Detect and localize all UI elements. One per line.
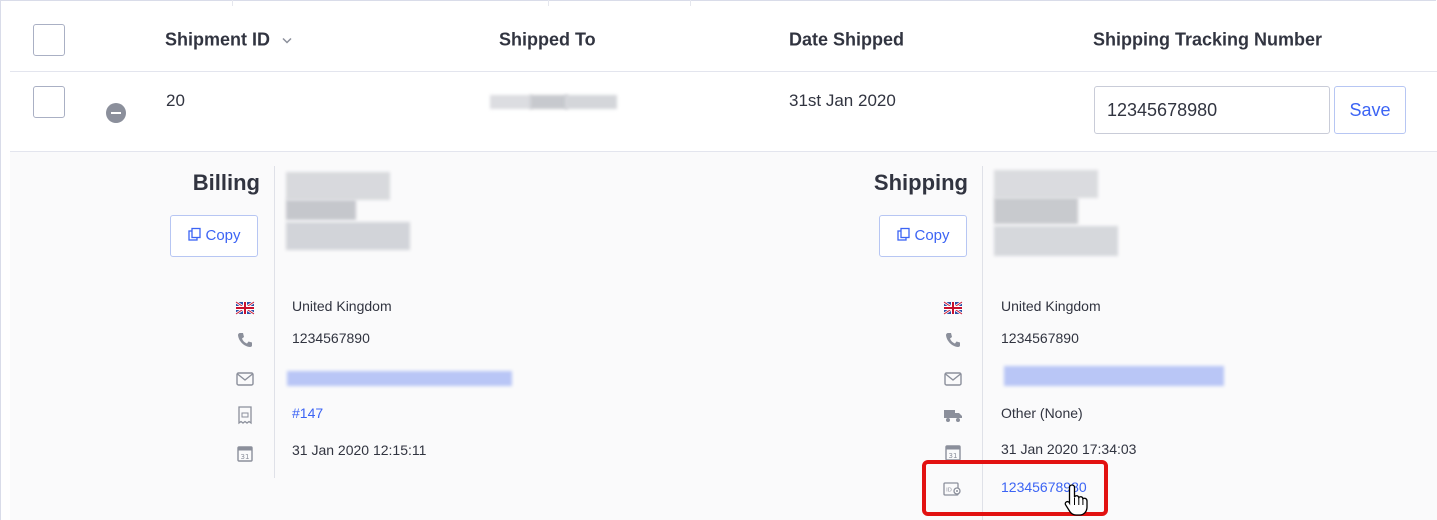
billing-title: Billing (192, 170, 260, 195)
shipment-detail-panel: Billing Copy United Kingdom 1234567890 #… (10, 152, 1437, 520)
shipping-datetime: 31 Jan 2020 17:34:03 (1001, 441, 1137, 457)
phone-icon (946, 333, 960, 347)
svg-text:31: 31 (241, 453, 250, 461)
top-divider (0, 0, 233, 6)
uk-flag-icon (235, 300, 255, 316)
chevron-down-icon (282, 38, 292, 44)
table-row: 20 31st Jan 2020 12345678980 Save (10, 71, 1437, 152)
email-icon (236, 372, 254, 386)
shipping-method: Other (None) (1001, 405, 1083, 421)
phone-icon (238, 333, 252, 347)
column-header-date-shipped: Date Shipped (789, 29, 905, 50)
calendar-icon: 31 (945, 445, 961, 461)
column-header-tracking-number: Shipping Tracking Number (1093, 29, 1323, 50)
billing-order-link[interactable]: #147 (292, 405, 323, 421)
uk-flag-icon (943, 300, 963, 316)
copy-icon (188, 227, 202, 241)
shipping-copy-label: Copy (914, 227, 950, 244)
shipping-country: United Kingdom (1001, 298, 1101, 314)
shipping-phone: 1234567890 (1001, 330, 1079, 346)
billing-datetime: 31 Jan 2020 12:15:11 (292, 442, 427, 458)
date-shipped-value: 31st Jan 2020 (789, 91, 896, 110)
table-header: Shipment ID Shipped To Date Shipped Ship… (10, 9, 1437, 72)
tracking-number-input[interactable]: 12345678980 (1094, 86, 1330, 134)
email-icon (944, 372, 962, 386)
shipping-title: Shipping (873, 170, 968, 195)
save-button[interactable]: Save (1334, 86, 1406, 134)
billing-copy-button[interactable]: Copy (170, 215, 258, 257)
shipping-copy-button[interactable]: Copy (879, 215, 967, 257)
billing-country: United Kingdom (292, 298, 392, 314)
collapse-minus-icon[interactable] (106, 103, 126, 123)
truck-icon (944, 410, 962, 422)
receipt-icon (238, 406, 252, 425)
row-checkbox[interactable] (33, 86, 65, 118)
column-header-shipped-to: Shipped To (499, 29, 596, 50)
billing-phone: 1234567890 (292, 330, 370, 346)
svg-text:31: 31 (949, 452, 958, 460)
billing-copy-label: Copy (205, 227, 241, 244)
shipment-id-value: 20 (166, 91, 185, 110)
shipment-id-header-label: Shipment ID (165, 29, 271, 50)
calendar-icon: 31 (237, 446, 253, 462)
hand-pointer-cursor (1064, 484, 1088, 516)
top-divider (232, 0, 549, 6)
copy-icon (897, 227, 911, 241)
select-all-checkbox[interactable] (33, 24, 65, 56)
top-divider (548, 0, 691, 6)
billing-divider (274, 166, 275, 478)
column-header-shipment-id[interactable]: Shipment ID (165, 30, 293, 51)
